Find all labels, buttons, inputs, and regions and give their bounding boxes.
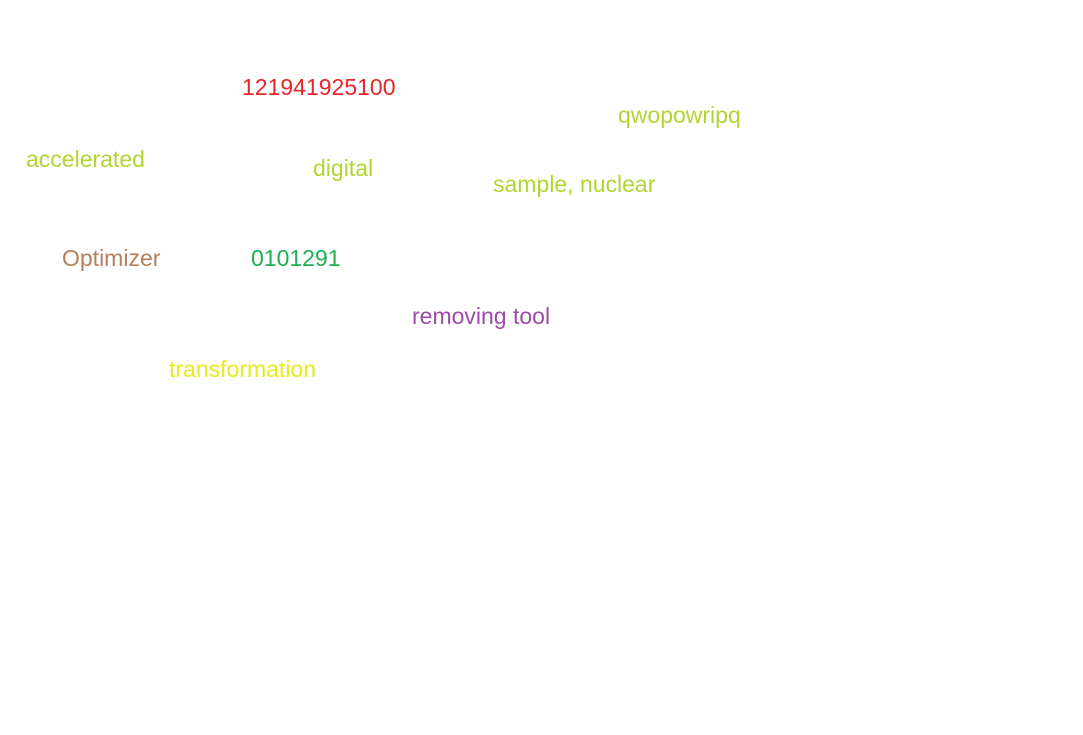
word-qwopowripq: qwopowripq bbox=[618, 102, 741, 128]
word-121941925100: 121941925100 bbox=[242, 74, 396, 100]
word-digital: digital bbox=[313, 155, 374, 181]
word-sample-nuclear: sample, nuclear bbox=[493, 171, 656, 197]
word-removing-tool: removing tool bbox=[412, 303, 551, 329]
word-transformation: transformation bbox=[169, 356, 317, 382]
word-optimizer: Optimizer bbox=[62, 245, 161, 271]
word-0101291: 0101291 bbox=[251, 245, 341, 271]
word-accelerated: accelerated bbox=[26, 146, 145, 172]
